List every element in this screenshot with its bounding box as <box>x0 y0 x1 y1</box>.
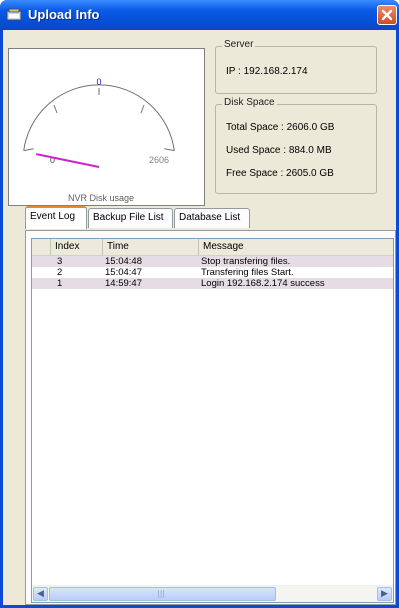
chevron-left-icon: ◀ <box>37 589 44 599</box>
column-header-time[interactable]: Time <box>103 239 199 255</box>
upload-app-icon <box>6 8 22 21</box>
table-row[interactable]: 3 15:04:48 Stop transfering files. <box>32 256 393 267</box>
row-time: 15:04:48 <box>105 256 142 267</box>
horizontal-scrollbar[interactable]: ◀ ||| ▶ <box>32 585 393 602</box>
close-icon <box>381 9 393 21</box>
column-header-message[interactable]: Message <box>199 239 393 255</box>
disk-space-group: Disk Space Total Space : 2606.0 GB Used … <box>215 97 377 194</box>
column-spacer <box>32 239 51 255</box>
gauge-top-label: 0 <box>96 77 101 87</box>
gauge-needle <box>35 153 100 168</box>
tab-backup-file-list[interactable]: Backup File List <box>88 208 173 228</box>
gauge-max-label: 2606 <box>149 155 169 165</box>
upload-info-window: Upload Info 0 0 2606 NVR Disk usage Serv… <box>0 0 399 608</box>
title-bar[interactable]: Upload Info <box>0 0 399 30</box>
scroll-right-button[interactable]: ▶ <box>377 587 392 601</box>
window-client-area: 0 0 2606 NVR Disk usage Server IP : 192.… <box>3 30 396 605</box>
close-button[interactable] <box>377 5 397 25</box>
total-space-label: Total Space : 2606.0 GB <box>226 122 335 133</box>
server-group-title: Server <box>222 39 256 50</box>
window-title: Upload Info <box>28 7 100 22</box>
scroll-thumb[interactable]: ||| <box>49 587 276 601</box>
grip-icon: ||| <box>157 589 166 598</box>
event-log-list[interactable]: Index Time Message 3 15:04:48 Stop trans… <box>31 238 394 603</box>
row-time: 14:59:47 <box>105 278 142 289</box>
used-space-label: Used Space : 884.0 MB <box>226 145 332 156</box>
table-row[interactable]: 2 15:04:47 Transfering files Start. <box>32 267 393 278</box>
row-time: 15:04:47 <box>105 267 142 278</box>
table-row[interactable]: 1 14:59:47 Login 192.168.2.174 success <box>32 278 393 289</box>
row-index: 2 <box>57 267 63 278</box>
list-header: Index Time Message <box>32 239 393 256</box>
free-space-label: Free Space : 2605.0 GB <box>226 168 334 179</box>
server-group: Server IP : 192.168.2.174 <box>215 39 377 94</box>
event-log-panel: Index Time Message 3 15:04:48 Stop trans… <box>25 230 396 605</box>
row-message: Stop transfering files. <box>201 256 291 267</box>
gauge-tick-max <box>164 148 175 152</box>
tab-event-log[interactable]: Event Log <box>25 206 87 229</box>
column-header-index[interactable]: Index <box>51 239 103 255</box>
row-message: Login 192.168.2.174 success <box>201 278 325 289</box>
server-ip-label: IP : 192.168.2.174 <box>226 66 308 77</box>
row-index: 1 <box>57 278 63 289</box>
gauge-caption: NVR Disk usage <box>68 193 134 203</box>
disk-usage-gauge: 0 0 2606 NVR Disk usage <box>8 48 205 206</box>
gauge-dial: 0 0 2606 NVR Disk usage <box>23 77 175 203</box>
chevron-right-icon: ▶ <box>381 589 388 599</box>
tab-database-list[interactable]: Database List <box>174 208 250 228</box>
gauge-tick-min <box>23 148 34 152</box>
scroll-left-button[interactable]: ◀ <box>33 587 48 601</box>
row-message: Transfering files Start. <box>201 267 294 278</box>
row-index: 3 <box>57 256 63 267</box>
disk-space-group-title: Disk Space <box>222 97 277 108</box>
